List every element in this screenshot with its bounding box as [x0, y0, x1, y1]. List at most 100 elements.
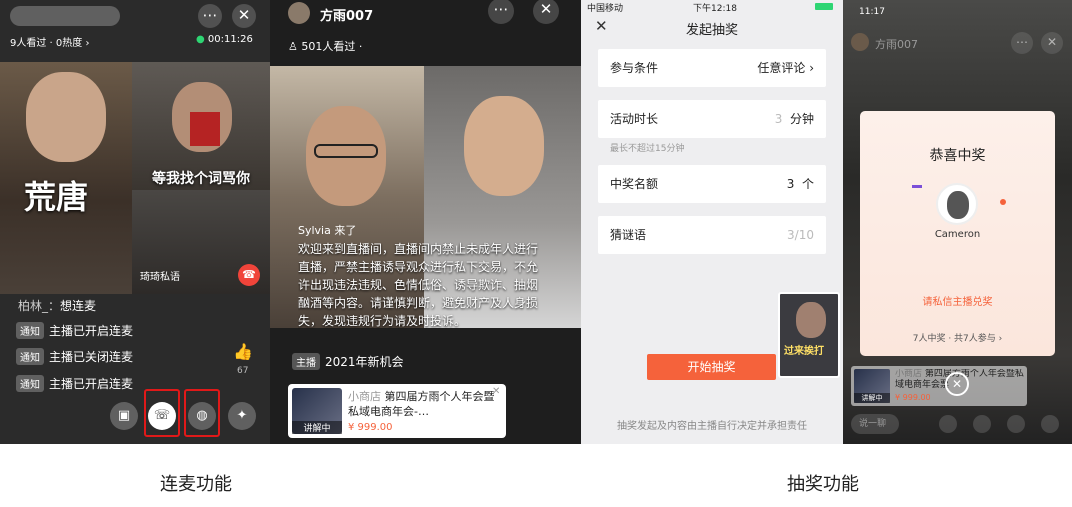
live-timer: ● 00:11:26: [196, 34, 253, 45]
hangup-icon[interactable]: ☎: [238, 264, 260, 286]
close-icon[interactable]: ✕: [533, 0, 559, 24]
confetti-shape: [1000, 199, 1006, 205]
winner-avatar: [936, 183, 978, 225]
host-avatar[interactable]: [288, 2, 310, 24]
join-message: Sylvia 来了: [298, 224, 357, 237]
duration-input[interactable]: 3: [775, 112, 783, 126]
product-price: ¥ 999.00: [348, 422, 393, 433]
overlay-big-title: 荒唐: [24, 178, 89, 216]
host-info-blur: [10, 6, 120, 26]
product-status: 讲解中: [854, 393, 890, 403]
video-tile-main: 荒唐: [0, 62, 132, 294]
duration-hint: 最长不超过15分钟: [610, 144, 685, 154]
row-label: 参与条件: [610, 61, 659, 75]
chat-user-name: 柏林_: [18, 299, 49, 313]
winner-name: Cameron: [934, 229, 981, 240]
status-time: 11:17: [859, 7, 885, 17]
row-value[interactable]: 3 个: [787, 165, 814, 203]
viewer-count[interactable]: ♙ 501人看过 ·: [288, 38, 362, 54]
host-avatar[interactable]: [851, 33, 869, 51]
host-message: 主播 2021年新机会: [292, 353, 404, 370]
close-icon[interactable]: ✕: [1041, 32, 1063, 54]
row-value[interactable]: 3 分钟: [775, 100, 814, 138]
viewer-count-text: 501人看过 ·: [301, 40, 363, 53]
chat-user-line: 柏林_：想连麦: [18, 299, 97, 313]
person-icon: ♙: [288, 40, 298, 53]
shop-label: 小商店: [348, 390, 381, 403]
comment-input[interactable]: 说一聊: [851, 414, 899, 434]
notice-text: 主播已关闭连麦: [49, 350, 134, 364]
row-participation[interactable]: 参与条件 任意评论 ›: [598, 49, 826, 87]
glasses-shape: [314, 144, 378, 158]
row-riddle[interactable]: 猜谜语 3/10: [598, 216, 826, 254]
shop-bag-icon[interactable]: [939, 415, 957, 433]
lottery-setup-panel: 中国移动 下午12:18 ✕ 发起抽奖 参与条件 任意评论 › 活动时长 3 分钟 …: [581, 0, 843, 444]
battery-icon: [815, 3, 833, 10]
shop-label: 小商店: [895, 369, 923, 379]
book-shape: [190, 112, 220, 146]
live-room-linkmic-panel: ⋯ ✕ 9人看过 · 0热度 › ● 00:11:26 荒唐 等我找个词骂你 琦…: [0, 0, 270, 444]
video-tile-3: 琦琦私语 ☎: [132, 190, 270, 294]
contact-host-link[interactable]: 请私信主播兑奖: [860, 293, 1055, 308]
page-title: 发起抽奖: [685, 23, 738, 38]
chat-notice: 通知 主播已开启连麦: [16, 375, 133, 392]
row-value: 任意评论 ›: [757, 61, 814, 75]
notice-text: 主播已开启连麦: [49, 324, 134, 338]
floating-video[interactable]: 过来挨打: [778, 292, 840, 378]
winner-summary[interactable]: 7人中奖 · 共7人参与 ›: [860, 331, 1055, 344]
row-duration[interactable]: 活动时长 3 分钟: [598, 100, 826, 138]
system-notice: 欢迎来到直播间，直播间内禁止未成年人进行直播，严禁主播诱导观众进行私下交易，不允…: [298, 242, 539, 328]
row-winner-count[interactable]: 中奖名额 3 个: [598, 165, 826, 203]
highlight-lottery: [184, 389, 220, 437]
product-card[interactable]: 讲解中 小商店 第四届方雨个人年会暨私域电商年会-… ¥ 999.00 ✕: [288, 384, 506, 438]
face-silhouette: [947, 191, 969, 219]
winner-modal: 恭喜中奖 Cameron 请私信主播兑奖 7人中奖 · 共7人参与 ›: [860, 111, 1055, 356]
more-icon[interactable]: ⋯: [488, 0, 514, 24]
close-icon[interactable]: ✕: [232, 4, 256, 28]
modal-title: 恭喜中奖: [929, 148, 986, 164]
highlight-link-mic: [144, 389, 180, 437]
face-silhouette: [464, 96, 544, 196]
video-caption: 过来挨打: [784, 346, 824, 357]
host-tag: 主播: [292, 353, 320, 370]
like-icon[interactable]: 👍: [233, 342, 253, 361]
lottery-result-panel: 11:17 方雨007 ⋯ ✕ 恭喜中奖 Cameron 请私信主播兑奖 7人中…: [843, 0, 1072, 444]
star-icon[interactable]: ✦: [228, 402, 256, 430]
host-name[interactable]: 方雨007: [320, 5, 373, 24]
more-icon[interactable]: ⋯: [1011, 32, 1033, 54]
gift-icon[interactable]: [1007, 415, 1025, 433]
close-modal-icon[interactable]: ✕: [945, 372, 969, 396]
product-title: 小商店 第四届方雨个人年会暨私域电商年会-…: [348, 389, 498, 419]
share-icon[interactable]: [1041, 415, 1059, 433]
video-tile-2: 等我找个词骂你: [132, 62, 270, 190]
link-mic-icon[interactable]: [973, 415, 991, 433]
timer-text: 00:11:26: [207, 34, 253, 45]
shop-bag-icon[interactable]: ▣: [110, 402, 138, 430]
row-label: 中奖名额: [610, 177, 659, 191]
live-dot-icon: ●: [196, 34, 205, 45]
row-unit: 个: [801, 177, 814, 191]
row-unit: 分钟: [789, 112, 814, 126]
winner-count-input[interactable]: 3: [787, 177, 795, 191]
host-message-text: 2021年新机会: [325, 355, 404, 369]
more-icon[interactable]: ⋯: [198, 4, 222, 28]
notice-tag: 通知: [16, 322, 44, 339]
overlay-subtitle: 等我找个词骂你: [152, 171, 250, 187]
face-silhouette: [796, 302, 826, 338]
notice-text: 主播已开启连麦: [49, 377, 134, 391]
private-msg-label: 琦琦私语: [140, 272, 180, 283]
start-lottery-button[interactable]: 开始抽奖: [647, 354, 776, 380]
host-name[interactable]: 方雨007: [875, 36, 918, 52]
product-price: ¥ 999.00: [895, 393, 931, 402]
live-room-host-panel: 方雨007 ⋯ ✕ ♙ 501人看过 · Sylvia 来了 欢迎来到直播间，直…: [270, 0, 581, 444]
chat-notice: 通知 主播已关闭连麦: [16, 348, 133, 365]
notice-tag: 通知: [16, 348, 44, 365]
notice-tag: 通知: [16, 375, 44, 392]
row-label: 活动时长: [610, 112, 659, 126]
product-status: 讲解中: [292, 421, 342, 434]
confetti-shape: [912, 185, 922, 188]
close-icon[interactable]: ✕: [492, 386, 500, 397]
product-card[interactable]: 讲解中 小商店 第四届方雨个人年会暨私域电商年会票 ¥ 999.00: [851, 366, 1027, 406]
viewer-count[interactable]: 9人看过 · 0热度 ›: [10, 34, 89, 49]
product-image: 讲解中: [292, 388, 342, 434]
